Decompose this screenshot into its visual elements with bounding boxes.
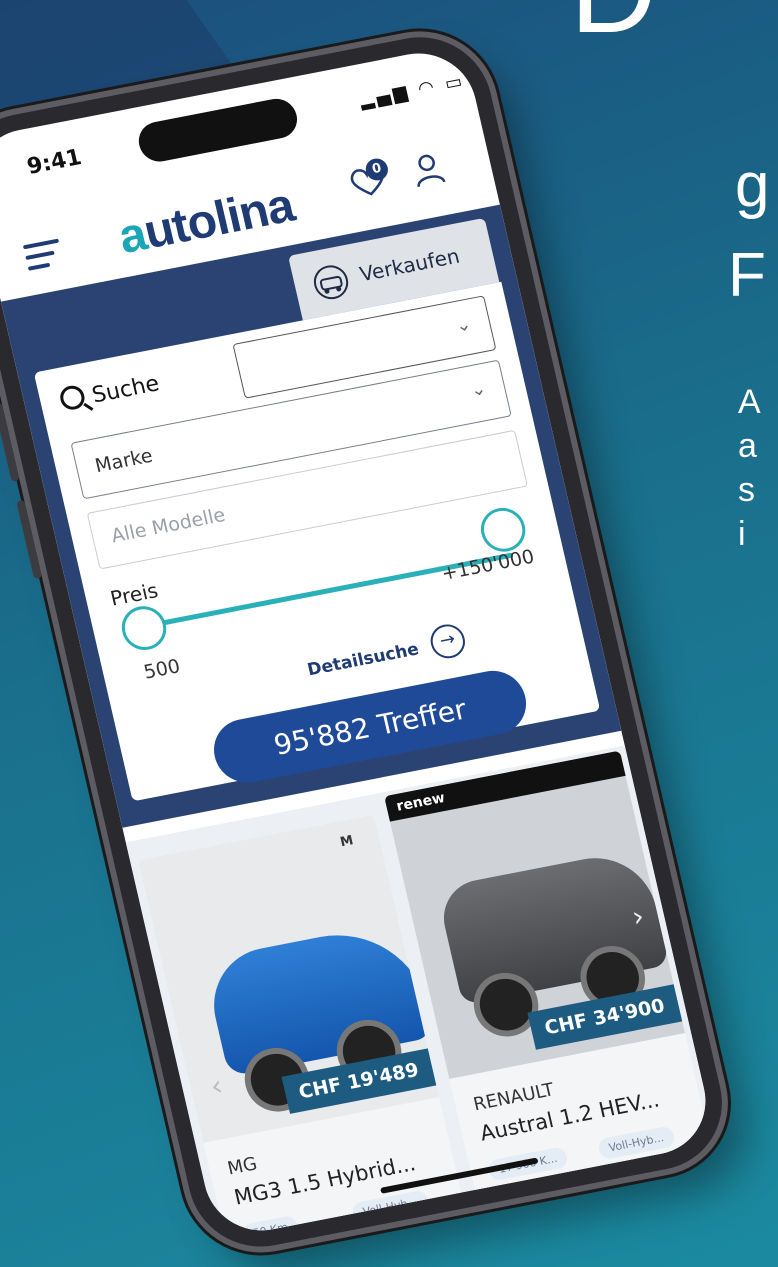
- tab-verkaufen-label: Verkaufen: [357, 243, 462, 287]
- hero-paragraph: A a s i: [738, 380, 761, 556]
- arrow-right-icon[interactable]: →: [427, 621, 469, 662]
- phone-frame: 9:41 ▂▄▆ ◠ ▭ autolina 0 Verkaufen Suche …: [0, 25, 736, 1259]
- fuel-chip: Voll-Hyb...: [350, 1189, 430, 1225]
- status-icons: ▂▄▆ ◠ ▭: [358, 70, 468, 111]
- fuel-chip: Voll-Hyb...: [596, 1125, 676, 1161]
- chevron-down-icon: ⌄: [468, 377, 489, 402]
- chevron-down-icon: ⌄: [453, 313, 474, 337]
- search-form: Suche ⌄ Marke ⌄ Alle Modelle Preis 500 +…: [33, 281, 601, 802]
- show-results-button[interactable]: 95'882 Treffer: [207, 665, 533, 789]
- wifi-icon: ◠: [415, 75, 439, 100]
- price-max-value: +150'000: [439, 545, 537, 586]
- hero-para-line: i: [738, 515, 746, 553]
- car-listing-carousel: M ‹ CHF 19'489 MG MG3 1.5 Hybrid... 50 K…: [125, 745, 717, 1240]
- brand-select-value: Marke: [92, 444, 155, 478]
- mileage-chip: 50 Km: [240, 1214, 301, 1240]
- hero-para-line: s: [738, 471, 755, 509]
- car-make: MG: [225, 1153, 260, 1180]
- hamburger-menu-icon[interactable]: [22, 238, 66, 278]
- price-label: Preis: [107, 578, 161, 611]
- phone-volume-down: [16, 499, 43, 580]
- hero-subheading-line2: F: [728, 241, 766, 310]
- status-time: 9:41: [24, 145, 85, 180]
- hero-heading-partial: D: [570, 0, 659, 60]
- search-panel: Verkaufen Suche ⌄ Marke ⌄ Alle Modelle P…: [0, 204, 622, 828]
- search-icon: [57, 383, 87, 412]
- signal-icon: ▂▄▆: [357, 81, 413, 112]
- battery-icon: ▭: [442, 70, 468, 95]
- detail-search-link[interactable]: Detailsuche: [306, 639, 421, 680]
- price-min-value: 500: [141, 655, 183, 684]
- car-sell-icon: [313, 265, 349, 300]
- tab-suche-label: Suche: [89, 371, 162, 409]
- hero-para-line: A: [738, 383, 761, 421]
- phone-mockup: 9:41 ▂▄▆ ◠ ▭ autolina 0 Verkaufen Suche …: [0, 21, 755, 1259]
- price-min-handle[interactable]: [117, 602, 171, 654]
- tab-suche[interactable]: Suche: [57, 369, 162, 414]
- hero-subheading-line1: g: [735, 151, 770, 220]
- phone-screen: 9:41 ▂▄▆ ◠ ▭ autolina 0 Verkaufen Suche …: [0, 43, 717, 1240]
- model-select-placeholder: Alle Modelle: [109, 503, 228, 548]
- user-icon[interactable]: [409, 150, 448, 189]
- phone-volume-up: [0, 402, 20, 482]
- hero-para-line: a: [738, 427, 757, 465]
